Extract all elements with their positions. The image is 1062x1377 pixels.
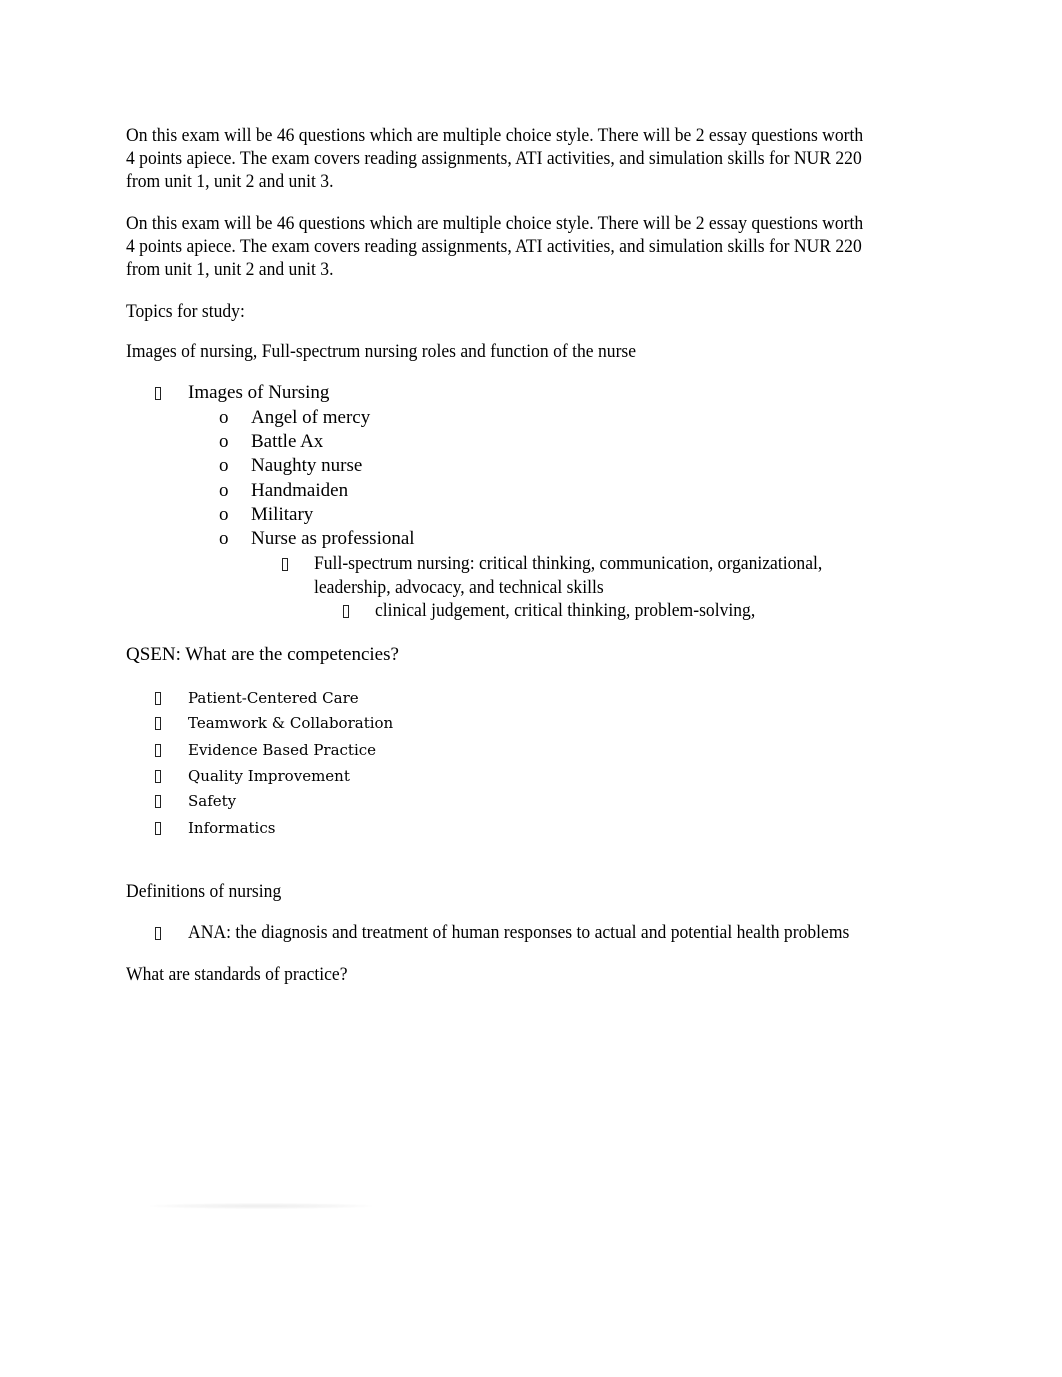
list-item: Military: [251, 504, 314, 525]
qsen-item: Evidence Based Practice: [188, 741, 377, 759]
document-page: On this exam will be 46 questions which …: [0, 0, 1062, 1377]
bullet-icon: [282, 552, 288, 576]
list-item-full-spectrum-cont: leadership, advocacy, and technical skil…: [314, 577, 604, 598]
paragraph-line: On this exam will be 46 questions which …: [126, 213, 864, 234]
circle-bullet-icon: o: [219, 455, 229, 476]
paragraph-line: 4 points apiece. The exam covers reading…: [126, 148, 862, 169]
list-item: Battle Ax: [251, 431, 324, 452]
section-heading-definitions: Definitions of nursing: [126, 881, 282, 902]
circle-bullet-icon: o: [219, 431, 229, 452]
qsen-item: Patient-Centered Care: [188, 689, 359, 707]
bullet-icon: [155, 789, 161, 813]
list-item-clinical-judgement: clinical judgement, critical thinking, p…: [375, 600, 756, 621]
list-item: Naughty nurse: [251, 455, 363, 476]
qsen-item: Safety: [188, 792, 237, 810]
bullet-icon: [155, 686, 161, 710]
paragraph-line: from unit 1, unit 2 and unit 3.: [126, 171, 334, 192]
list-item-full-spectrum: Full-spectrum nursing: critical thinking…: [314, 553, 823, 574]
bullet-icon: [155, 921, 161, 945]
bullet-icon: [155, 381, 161, 405]
circle-bullet-icon: o: [219, 480, 229, 501]
paragraph-line: from unit 1, unit 2 and unit 3.: [126, 259, 334, 280]
definition-item: ANA: the diagnosis and treatment of huma…: [188, 922, 850, 943]
list-item-images-of-nursing: Images of Nursing: [188, 382, 330, 403]
paragraph-line: 4 points apiece. The exam covers reading…: [126, 236, 862, 257]
list-item: Nurse as professional: [251, 528, 415, 549]
topics-heading: Topics for study:: [126, 301, 245, 322]
bullet-icon: [155, 711, 161, 735]
circle-bullet-icon: o: [219, 528, 229, 549]
bullet-icon: [155, 764, 161, 788]
circle-bullet-icon: o: [219, 504, 229, 525]
qsen-item: Quality Improvement: [188, 767, 350, 785]
list-item: Angel of mercy: [251, 407, 371, 428]
bullet-icon: [343, 599, 349, 623]
section-heading-images: Images of nursing, Full-spectrum nursing…: [126, 341, 637, 362]
paragraph-line: On this exam will be 46 questions which …: [126, 125, 864, 146]
bullet-icon: [155, 816, 161, 840]
section-heading-qsen: QSEN: What are the competencies?: [126, 644, 399, 665]
qsen-item: Teamwork & Collaboration: [188, 714, 394, 732]
qsen-item: Informatics: [188, 819, 276, 837]
circle-bullet-icon: o: [219, 407, 229, 428]
list-item: Handmaiden: [251, 480, 349, 501]
section-heading-standards: What are standards of practice?: [126, 964, 348, 985]
bullet-icon: [155, 738, 161, 762]
faint-shadow-divider: [150, 1203, 372, 1209]
